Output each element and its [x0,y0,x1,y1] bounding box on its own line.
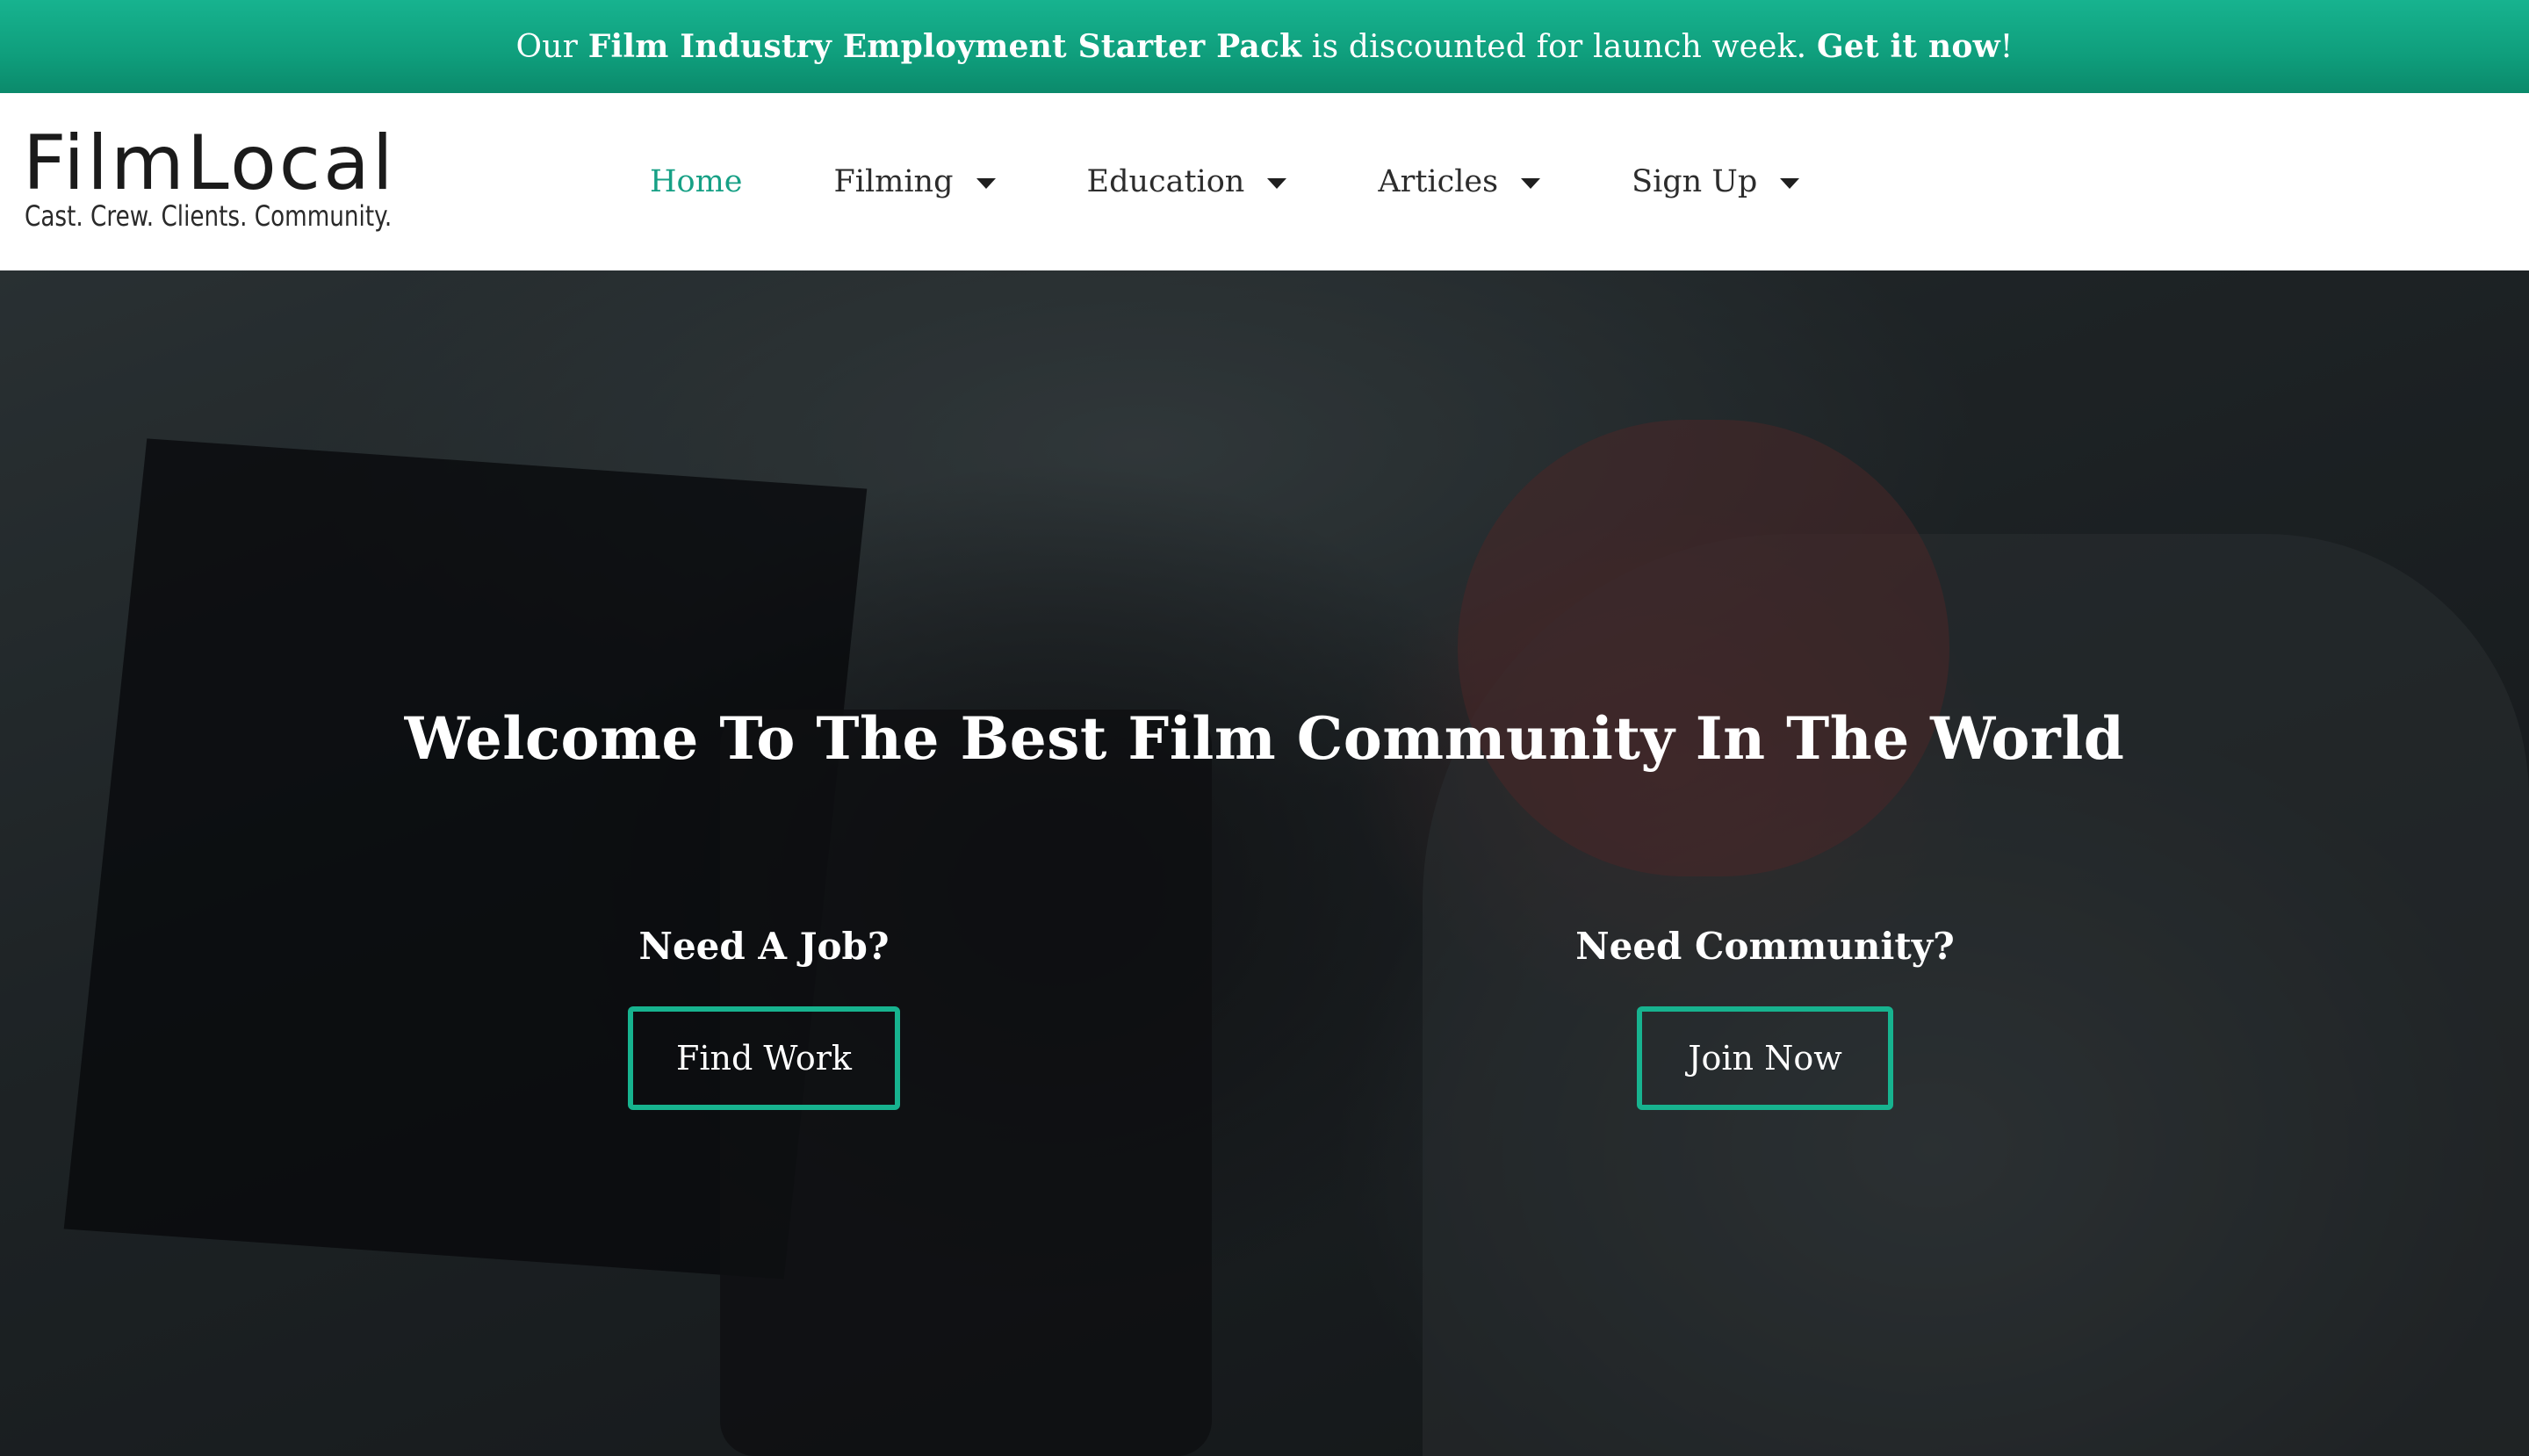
hero-title: Welcome To The Best Film Community In Th… [404,704,2125,773]
nav-item-articles[interactable]: Articles [1378,164,1541,199]
chevron-down-icon [976,178,996,189]
promo-middle: is discounted for launch week. [1311,28,1807,65]
find-work-button[interactable]: Find Work [628,1006,900,1110]
site-header: FilmLocal Cast. Crew. Clients. Community… [0,93,2529,270]
chevron-down-icon [1267,178,1287,189]
community-heading: Need Community? [1575,925,1955,968]
logo-title: FilmLocal [23,119,396,207]
nav-item-label: Filming [833,164,954,199]
promo-suffix: ! [1999,28,2014,65]
hero-overlay [0,270,2529,1456]
nav-item-education[interactable]: Education [1087,164,1287,199]
site-logo[interactable]: FilmLocal Cast. Crew. Clients. Community… [23,119,409,251]
job-heading: Need A Job? [638,925,890,968]
logo-tagline: Cast. Crew. Clients. Community. [25,199,393,233]
nav-item-home[interactable]: Home [650,164,743,199]
promo-banner: Our Film Industry Employment Starter Pac… [0,0,2529,93]
nav-item-label: Home [650,164,743,199]
hero-section: Welcome To The Best Film Community In Th… [0,270,2529,1456]
nav-item-label: Articles [1378,164,1499,199]
chevron-down-icon [1780,178,1800,189]
nav-item-label: Education [1086,164,1245,199]
chevron-down-icon [1521,178,1541,189]
nav-item-sign-up[interactable]: Sign Up [1632,164,1800,199]
promo-product-name[interactable]: Film Industry Employment Starter Pack [588,28,1302,65]
nav-item-label: Sign Up [1632,164,1758,199]
join-now-button[interactable]: Join Now [1637,1006,1893,1110]
promo-prefix: Our [515,28,579,65]
promo-cta-link[interactable]: Get it now [1817,28,2000,65]
nav-item-filming[interactable]: Filming [834,164,996,199]
main-nav: Home Filming Education Articles Sign Up [650,93,1891,270]
